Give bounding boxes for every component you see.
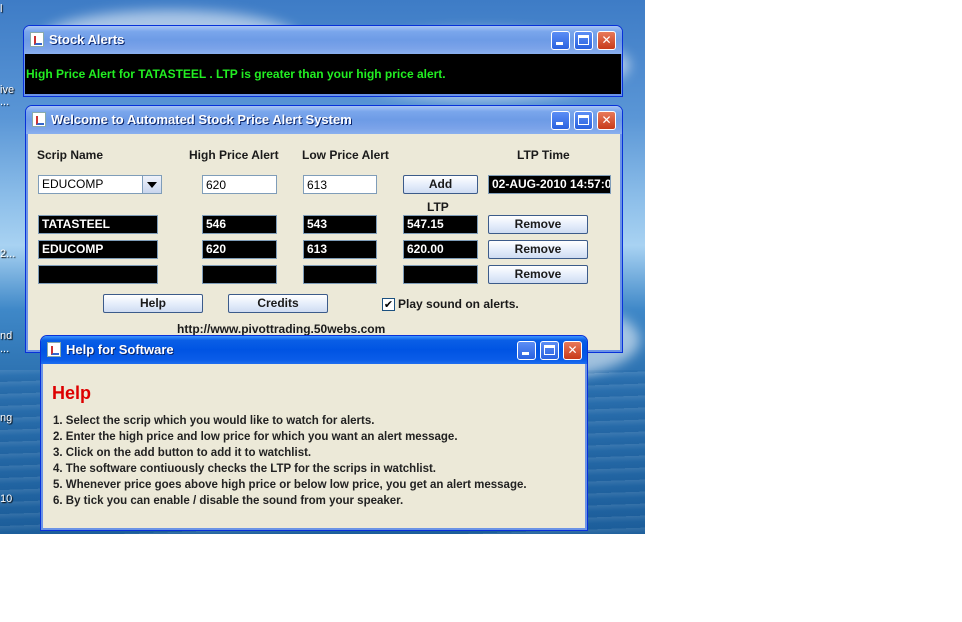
- desktop-icon-label[interactable]: 10: [0, 493, 12, 505]
- credits-button[interactable]: Credits: [228, 294, 328, 313]
- watch-low: 613: [303, 240, 377, 259]
- window-title: Welcome to Automated Stock Price Alert S…: [51, 112, 352, 127]
- watch-high: [202, 265, 277, 284]
- scrip-name-header: Scrip Name: [37, 148, 104, 162]
- watch-scrip: [38, 265, 158, 284]
- ltp-time-value: 02-AUG-2010 14:57:05: [488, 175, 611, 194]
- close-button[interactable]: ✕: [597, 31, 616, 50]
- desktop-icon-label[interactable]: ...: [0, 96, 9, 108]
- desktop-icon-label[interactable]: ...: [0, 343, 9, 355]
- help-line: 4. The software contiuously checks the L…: [53, 463, 436, 475]
- help-line: 2. Enter the high price and low price fo…: [53, 431, 458, 443]
- maximize-button[interactable]: [574, 111, 593, 130]
- main-window: Welcome to Automated Stock Price Alert S…: [25, 105, 623, 353]
- website-link[interactable]: http://www.pivottrading.50webs.com: [177, 322, 385, 336]
- watch-ltp: 547.15: [403, 215, 478, 234]
- maximize-icon: [578, 35, 589, 45]
- play-sound-checkbox[interactable]: ✔: [382, 298, 395, 311]
- play-sound-label[interactable]: Play sound on alerts.: [398, 297, 519, 311]
- remove-button[interactable]: Remove: [488, 265, 588, 284]
- watch-low: [303, 265, 377, 284]
- watch-low: 543: [303, 215, 377, 234]
- scrip-select[interactable]: EDUCOMP: [38, 175, 162, 194]
- remove-button[interactable]: Remove: [488, 215, 588, 234]
- help-button[interactable]: Help: [103, 294, 203, 313]
- close-button[interactable]: ✕: [563, 341, 582, 360]
- minimize-button[interactable]: [517, 341, 536, 360]
- title-bar[interactable]: Help for Software ✕: [41, 336, 587, 364]
- help-window: Help for Software ✕ Help 1. Select the s…: [40, 335, 588, 531]
- help-line: 3. Click on the add button to add it to …: [53, 447, 312, 459]
- desktop-icon-label[interactable]: nd: [0, 330, 12, 342]
- desktop-icon-label[interactable]: ive: [0, 84, 14, 96]
- minimize-icon: [556, 42, 563, 45]
- maximize-button[interactable]: [574, 31, 593, 50]
- desktop-icon-label[interactable]: 2...: [0, 248, 15, 260]
- low-price-input[interactable]: [303, 175, 377, 194]
- window-title: Stock Alerts: [49, 32, 125, 47]
- title-bar[interactable]: Welcome to Automated Stock Price Alert S…: [26, 106, 622, 134]
- minimize-icon: [522, 352, 529, 355]
- window-title: Help for Software: [66, 342, 174, 357]
- alert-message-panel: High Price Alert for TATASTEEL . LTP is …: [25, 54, 621, 94]
- add-button[interactable]: Add: [403, 175, 478, 194]
- watch-scrip: EDUCOMP: [38, 240, 158, 259]
- stock-alerts-window: Stock Alerts ✕ High Price Alert for TATA…: [23, 25, 623, 97]
- minimize-button[interactable]: [551, 111, 570, 130]
- close-icon: ✕: [601, 113, 612, 127]
- alert-message: High Price Alert for TATASTEEL . LTP is …: [26, 67, 446, 81]
- maximize-icon: [578, 115, 589, 125]
- maximize-button[interactable]: [540, 341, 559, 360]
- low-price-header: Low Price Alert: [302, 148, 389, 162]
- close-icon: ✕: [601, 33, 612, 47]
- java-cup-icon: [47, 342, 61, 357]
- help-line: 5. Whenever price goes above high price …: [53, 479, 527, 491]
- close-button[interactable]: ✕: [597, 111, 616, 130]
- remove-button[interactable]: Remove: [488, 240, 588, 259]
- desktop-icon-label[interactable]: ng: [0, 412, 12, 424]
- minimize-button[interactable]: [551, 31, 570, 50]
- title-bar[interactable]: Stock Alerts ✕: [24, 26, 622, 54]
- help-heading: Help: [52, 383, 92, 403]
- high-price-input[interactable]: [202, 175, 277, 194]
- watch-scrip: TATASTEEL: [38, 215, 158, 234]
- desktop-icon-label[interactable]: l: [0, 3, 2, 15]
- watch-high: 546: [202, 215, 277, 234]
- checkmark-icon: ✔: [383, 298, 394, 311]
- help-line: 6. By tick you can enable / disable the …: [53, 495, 404, 507]
- watch-ltp: [403, 265, 478, 284]
- java-cup-icon: [32, 112, 46, 127]
- ltp-time-header: LTP Time: [517, 148, 570, 162]
- watch-high: 620: [202, 240, 277, 259]
- java-cup-icon: [30, 32, 44, 47]
- chevron-down-icon[interactable]: [142, 176, 161, 193]
- minimize-icon: [556, 122, 563, 125]
- maximize-icon: [544, 345, 555, 355]
- high-price-header: High Price Alert: [189, 148, 279, 162]
- help-line: 1. Select the scrip which you would like…: [53, 415, 375, 427]
- close-icon: ✕: [567, 343, 578, 357]
- watch-ltp: 620.00: [403, 240, 478, 259]
- scrip-select-value: EDUCOMP: [42, 177, 104, 191]
- ltp-header: LTP: [427, 200, 449, 214]
